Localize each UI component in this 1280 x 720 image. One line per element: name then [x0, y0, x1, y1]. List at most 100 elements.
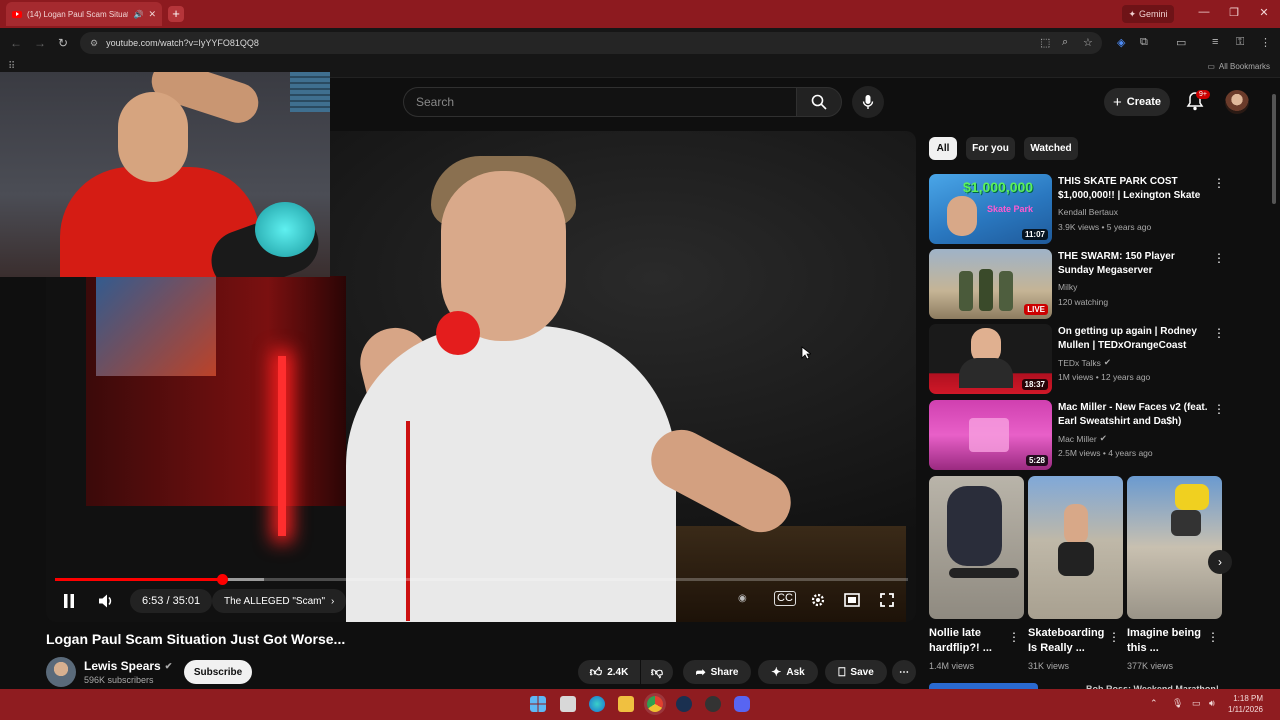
mic-tray-icon[interactable]: 🎙︎: [1172, 698, 1183, 709]
short-thumbnail[interactable]: [1127, 476, 1222, 619]
recommendation-channel: Mac Miller ✔: [1058, 433, 1107, 444]
create-button[interactable]: + Create: [1104, 88, 1170, 116]
more-menu-icon[interactable]: ⋮: [1260, 36, 1271, 49]
filter-chip-watched[interactable]: Watched: [1024, 137, 1078, 160]
more-vert-icon[interactable]: ⋮: [1008, 630, 1020, 644]
time-separator: /: [163, 595, 173, 607]
shorts-next-button[interactable]: ›: [1208, 550, 1232, 574]
short-title[interactable]: Imagine being this ...: [1127, 626, 1207, 656]
dislike-button[interactable]: 👎︎: [641, 660, 673, 684]
restore-button[interactable]: ❐: [1226, 6, 1242, 19]
chrome-icon[interactable]: [647, 696, 663, 712]
apps-grid-icon[interactable]: ⠿: [8, 61, 15, 72]
more-actions-button[interactable]: ⋯: [892, 660, 916, 684]
sidepanel-icon[interactable]: ▭: [1176, 36, 1186, 49]
recommendation-meta: 3.9K views • 5 years ago: [1058, 222, 1152, 232]
gemini-button[interactable]: ✦ Gemini: [1122, 5, 1174, 23]
video-progress-bar[interactable]: [55, 574, 908, 585]
steam-icon[interactable]: [676, 696, 692, 712]
more-vert-icon[interactable]: ⋮: [1213, 402, 1225, 416]
autoplay-toggle[interactable]: ◉: [738, 593, 747, 604]
save-button[interactable]: ⎕ Save: [825, 660, 887, 684]
install-app-icon[interactable]: ⬚: [1040, 36, 1050, 49]
reload-icon[interactable]: ↻: [58, 36, 68, 50]
volume-tray-icon[interactable]: 🔊︎: [1209, 698, 1215, 709]
forward-icon[interactable]: →: [34, 36, 46, 50]
recommendation-item[interactable]: $1,000,000 Skate Park 11:07 THIS SKATE P…: [929, 174, 1225, 244]
more-vert-icon[interactable]: ⋮: [1213, 251, 1225, 265]
search-input[interactable]: Search: [403, 87, 796, 117]
task-view-icon[interactable]: [560, 696, 576, 712]
settings-gear-icon[interactable]: [810, 592, 826, 608]
taskbar-clock[interactable]: 1:18 PM 1/11/2026: [1228, 693, 1263, 715]
live-badge: LIVE: [1024, 304, 1048, 315]
zoom-icon[interactable]: ⌕: [1062, 36, 1068, 49]
sparkle-icon: ✦: [771, 665, 782, 679]
thumbs-down-icon: 👎︎: [650, 664, 664, 679]
channel-avatar[interactable]: [46, 657, 76, 687]
video-thumbnail[interactable]: LIVE: [929, 249, 1052, 319]
filter-chip-all[interactable]: All: [929, 137, 957, 160]
recommendation-item[interactable]: LIVE THE SWARM: 150 Player Sunday Megase…: [929, 249, 1225, 319]
back-icon[interactable]: ←: [10, 36, 22, 50]
fullscreen-icon[interactable]: [880, 593, 894, 607]
video-thumbnail[interactable]: $1,000,000 Skate Park 11:07: [929, 174, 1052, 244]
address-bar[interactable]: ⚙ youtube.com/watch?v=IyYYFO81QQ8: [80, 32, 1102, 54]
video-title: Logan Paul Scam Situation Just Got Worse…: [46, 631, 346, 647]
edge-browser-icon[interactable]: [589, 696, 605, 712]
speaker-icon[interactable]: 🔊: [133, 10, 143, 19]
subscribe-button[interactable]: Subscribe: [184, 660, 252, 684]
profile-key-icon[interactable]: ⚿: [1236, 36, 1244, 49]
menu-list-icon[interactable]: ≡: [1212, 36, 1218, 48]
windows-start-icon[interactable]: [530, 696, 546, 712]
discord-icon[interactable]: [734, 696, 750, 712]
time-display: 6:53 / 35:01: [130, 589, 213, 613]
recommendation-meta: 2.5M views • 4 years ago: [1058, 448, 1153, 458]
share-button[interactable]: ➦ Share: [683, 660, 751, 684]
more-vert-icon[interactable]: ⋮: [1213, 326, 1225, 340]
scrollbar-thumb[interactable]: [1272, 94, 1276, 204]
extension-icon[interactable]: ◈: [1117, 36, 1125, 49]
short-thumbnail[interactable]: [1028, 476, 1123, 619]
duration-badge: 5:28: [1025, 455, 1048, 466]
short-thumbnail[interactable]: [929, 476, 1024, 619]
more-vert-icon[interactable]: ⋮: [1213, 176, 1225, 190]
channel-name-link[interactable]: Lewis Spears ✔: [84, 659, 172, 673]
tray-chevron-icon[interactable]: ⌃: [1150, 698, 1158, 709]
video-thumbnail[interactable]: 5:28: [929, 400, 1052, 470]
short-title[interactable]: Nollie late hardflip?! ...: [929, 626, 1009, 656]
recommendation-item[interactable]: 5:28 Mac Miller - New Faces v2 (feat. Ea…: [929, 400, 1225, 470]
search-icon: [811, 94, 827, 110]
more-horizontal-icon: ⋯: [899, 666, 909, 678]
all-bookmarks-button[interactable]: ▭ All Bookmarks: [1207, 62, 1270, 71]
bookmark-star-icon[interactable]: ☆: [1083, 36, 1093, 49]
short-title[interactable]: Skateboarding Is Really ...: [1028, 626, 1108, 656]
network-icon[interactable]: ▭: [1192, 698, 1201, 709]
tab-close-icon[interactable]: ✕: [148, 9, 156, 20]
like-button[interactable]: 👍︎ 2.4K: [578, 660, 640, 684]
obs-icon[interactable]: [705, 696, 721, 712]
search-button[interactable]: [796, 87, 842, 117]
volume-icon[interactable]: [98, 593, 114, 609]
ask-button[interactable]: ✦ Ask: [758, 660, 818, 684]
filter-chip-for-you[interactable]: For you: [966, 137, 1015, 160]
more-vert-icon[interactable]: ⋮: [1108, 630, 1120, 644]
more-vert-icon[interactable]: ⋮: [1207, 630, 1219, 644]
webcam-overlay: [0, 72, 330, 277]
recommendation-item[interactable]: 18:37 On getting up again | Rodney Mulle…: [929, 324, 1225, 394]
minimize-button[interactable]: —: [1196, 6, 1212, 18]
extensions-puzzle-icon[interactable]: ⧉: [1140, 36, 1148, 49]
browser-tab[interactable]: (14) Logan Paul Scam Situat 🔊 ✕: [6, 2, 162, 26]
pause-icon[interactable]: [62, 593, 76, 609]
video-thumbnail[interactable]: 18:37: [929, 324, 1052, 394]
captions-icon[interactable]: CC: [774, 591, 796, 606]
new-tab-button[interactable]: +: [168, 6, 184, 22]
account-avatar[interactable]: [1225, 90, 1249, 114]
voice-search-button[interactable]: [852, 86, 884, 118]
site-info-icon[interactable]: ⚙: [90, 38, 98, 49]
chapter-button[interactable]: The ALLEGED "Scam" ›: [212, 589, 347, 613]
player-controls: 6:53 / 35:01 The ALLEGED "Scam" › ◉ CC: [46, 586, 916, 616]
file-explorer-icon[interactable]: [618, 696, 634, 712]
close-window-button[interactable]: ✕: [1256, 6, 1272, 19]
theater-mode-icon[interactable]: [844, 593, 860, 607]
